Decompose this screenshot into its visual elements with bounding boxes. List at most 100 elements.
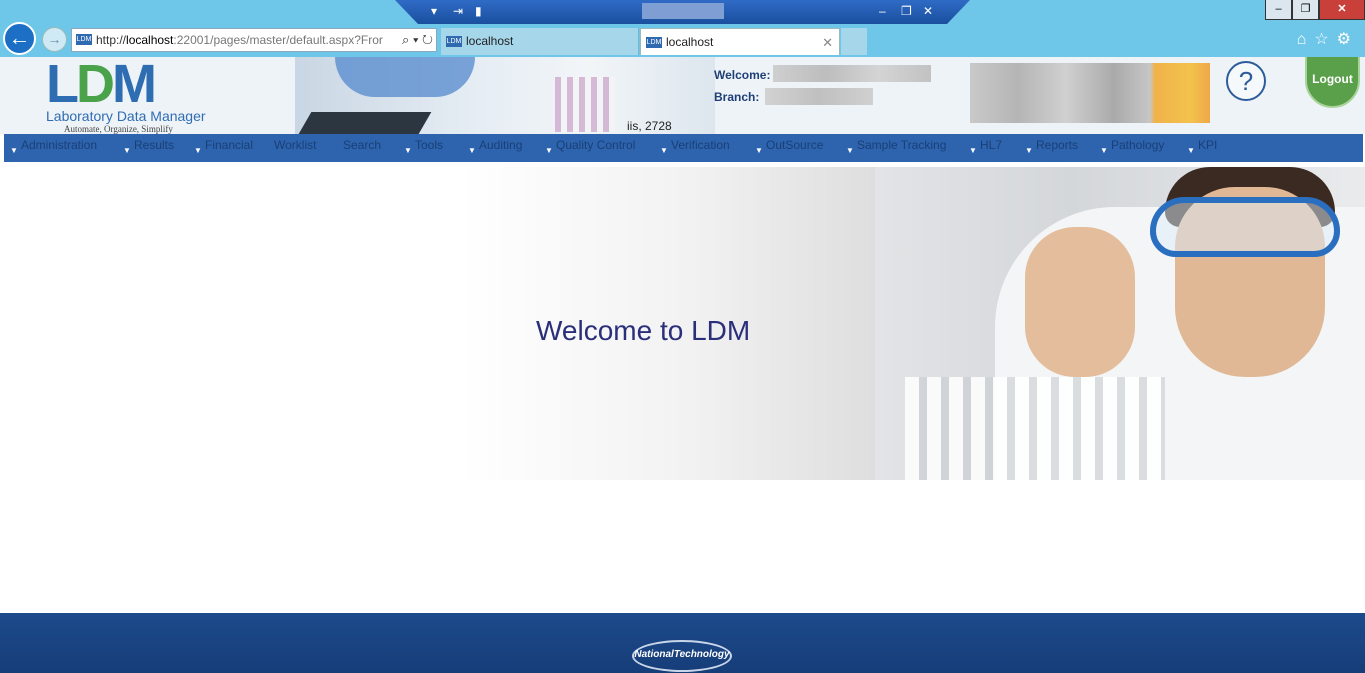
favorites-star-icon[interactable]: ☆: [1314, 31, 1336, 48]
menu-item-search[interactable]: Search: [343, 134, 381, 162]
menu-item-label: Tools: [415, 138, 444, 152]
close-icon[interactable]: ✕: [923, 4, 933, 18]
favicon-icon: LDM: [446, 36, 462, 47]
menu-item-label: Results: [134, 138, 175, 152]
menu-item-outsource[interactable]: ▼ OutSource: [755, 134, 823, 162]
favicon-icon: LDM: [646, 37, 662, 48]
banner-arm-shape: [335, 57, 475, 97]
menu-item-worklist[interactable]: Worklist: [274, 134, 316, 162]
menu-item-results[interactable]: ▼ Results: [123, 134, 174, 162]
menu-item-label: KPI: [1198, 138, 1218, 152]
logo-name: Laboratory Data Manager: [46, 108, 206, 124]
restore-icon[interactable]: ❐: [901, 4, 912, 18]
menu-item-pathology[interactable]: ▼ Pathology: [1100, 134, 1164, 162]
scientist-photo: [875, 167, 1365, 480]
caret-down-icon: ▼: [969, 146, 977, 155]
menu-item-label: HL7: [980, 138, 1003, 152]
help-button[interactable]: ?: [1226, 61, 1266, 101]
app-header: LDM Laboratory Data Manager Automate, Or…: [0, 57, 1365, 134]
menu-item-label: Administration: [21, 138, 98, 152]
logo-letters: LDM: [46, 57, 206, 111]
photo-hand-shape: [1025, 227, 1135, 377]
caret-down-icon: ▼: [545, 146, 553, 155]
menu-item-verification[interactable]: ▼ Verification: [660, 134, 730, 162]
welcome-label: Welcome:: [714, 68, 771, 82]
window-controls: – ❐ ✕: [1265, 0, 1365, 20]
menu-item-hl7[interactable]: ▼ HL7: [969, 134, 1002, 162]
menu-item-sample-tracking[interactable]: ▼ Sample Tracking: [846, 134, 946, 162]
user-name-redacted: [773, 65, 931, 82]
menu-item-administration[interactable]: ▼ Administration: [10, 134, 97, 162]
menu-item-label: Sample Tracking: [857, 138, 947, 152]
close-tab-icon[interactable]: ✕: [822, 29, 833, 56]
url-prefix: http://: [96, 33, 127, 47]
menu-item-label: Quality Control: [556, 138, 636, 152]
url-host: localhost: [126, 33, 174, 47]
caret-down-icon: ▼: [10, 146, 18, 155]
remote-host-redacted: [642, 3, 724, 19]
caret-down-icon: ▼: [123, 146, 131, 155]
menu-item-tools[interactable]: ▼ Tools: [404, 134, 443, 162]
banner-tubes-shape: [555, 77, 615, 132]
menu-item-label: OutSource: [766, 138, 824, 152]
refresh-icon[interactable]: ↻: [422, 32, 433, 47]
menu-item-reports[interactable]: ▼ Reports: [1025, 134, 1078, 162]
menu-item-auditing[interactable]: ▼ Auditing: [468, 134, 522, 162]
photo-goggles-shape: [1150, 197, 1340, 257]
caret-down-icon: ▼: [1100, 146, 1108, 155]
dropdown-icon[interactable]: ▾: [413, 32, 418, 47]
welcome-title: Welcome to LDM: [536, 315, 751, 346]
banner-keyboard-shape: [298, 112, 432, 134]
branch-name-redacted: [765, 88, 873, 105]
window-restore-button[interactable]: ❐: [1292, 0, 1319, 20]
minimize-icon[interactable]: –: [879, 4, 886, 18]
caret-down-icon: ▼: [846, 146, 854, 155]
client-logo-redacted: [970, 63, 1210, 123]
menu-item-financial[interactable]: ▼ Financial: [194, 134, 253, 162]
caret-down-icon: ▼: [755, 146, 763, 155]
url-rest: :22001/pages/master/default.aspx?Fror: [173, 33, 383, 47]
national-technology-logo: NationalTechnology: [632, 640, 732, 672]
photo-tubes-shape: [905, 377, 1165, 480]
menu-item-label: Worklist: [274, 138, 317, 152]
signal-icon: ▮: [475, 4, 482, 18]
tab-localhost-1[interactable]: LDM localhost: [441, 28, 639, 55]
pin-icon[interactable]: ⇥: [453, 4, 463, 18]
chevron-down-icon[interactable]: ▾: [431, 4, 437, 18]
tab-label: localhost: [466, 34, 514, 48]
tab-localhost-2[interactable]: LDM localhost ✕: [640, 28, 840, 55]
logout-button[interactable]: Logout: [1305, 57, 1360, 108]
forward-button[interactable]: →: [42, 27, 67, 52]
menu-item-label: Verification: [671, 138, 730, 152]
menu-item-label: Reports: [1036, 138, 1079, 152]
welcome-banner: Welcome to LDM: [0, 167, 1365, 480]
address-bar[interactable]: LDM http://localhost:22001/pages/master/…: [71, 28, 437, 52]
ldm-logo[interactable]: LDM Laboratory Data Manager Automate, Or…: [46, 57, 206, 134]
menu-item-label: Pathology: [1111, 138, 1165, 152]
menu-item-label: Financial: [205, 138, 254, 152]
menu-item-quality-control[interactable]: ▼ Quality Control: [545, 134, 635, 162]
logo-letter-m: M: [112, 57, 157, 114]
caret-down-icon: ▼: [1187, 146, 1195, 155]
window-close-button[interactable]: ✕: [1319, 0, 1365, 20]
menu-item-label: Auditing: [479, 138, 523, 152]
menu-item-kpi[interactable]: ▼ KPI: [1187, 134, 1217, 162]
home-icon[interactable]: ⌂: [1297, 31, 1315, 48]
main-menu: ▼ Administration ▼ Results ▼ Financial Worklis…: [4, 134, 1363, 162]
back-button[interactable]: ←: [3, 22, 36, 55]
new-tab-button[interactable]: [841, 28, 867, 55]
tab-label: localhost: [666, 35, 714, 49]
logo-letter-d: D: [76, 57, 115, 114]
remote-desktop-bar: ▾ ⇥ ▮ – ❐ ✕: [395, 0, 970, 24]
caret-down-icon: ▼: [660, 146, 668, 155]
search-icon[interactable]: ⌕: [402, 32, 409, 47]
footer: NationalTechnology: [0, 613, 1365, 673]
gear-icon[interactable]: ⚙: [1337, 31, 1359, 48]
window-minimize-button[interactable]: –: [1265, 0, 1292, 20]
caret-down-icon: ▼: [194, 146, 202, 155]
logo-tagline: Automate, Organize, Simplify: [64, 124, 173, 134]
menu-item-label: Search: [343, 138, 382, 152]
caret-down-icon: ▼: [468, 146, 476, 155]
server-info: iis, 2728: [627, 119, 672, 133]
browser-chrome: ▾ ⇥ ▮ – ❐ ✕ – ❐ ✕ ← → LDM http://localho…: [0, 0, 1365, 57]
